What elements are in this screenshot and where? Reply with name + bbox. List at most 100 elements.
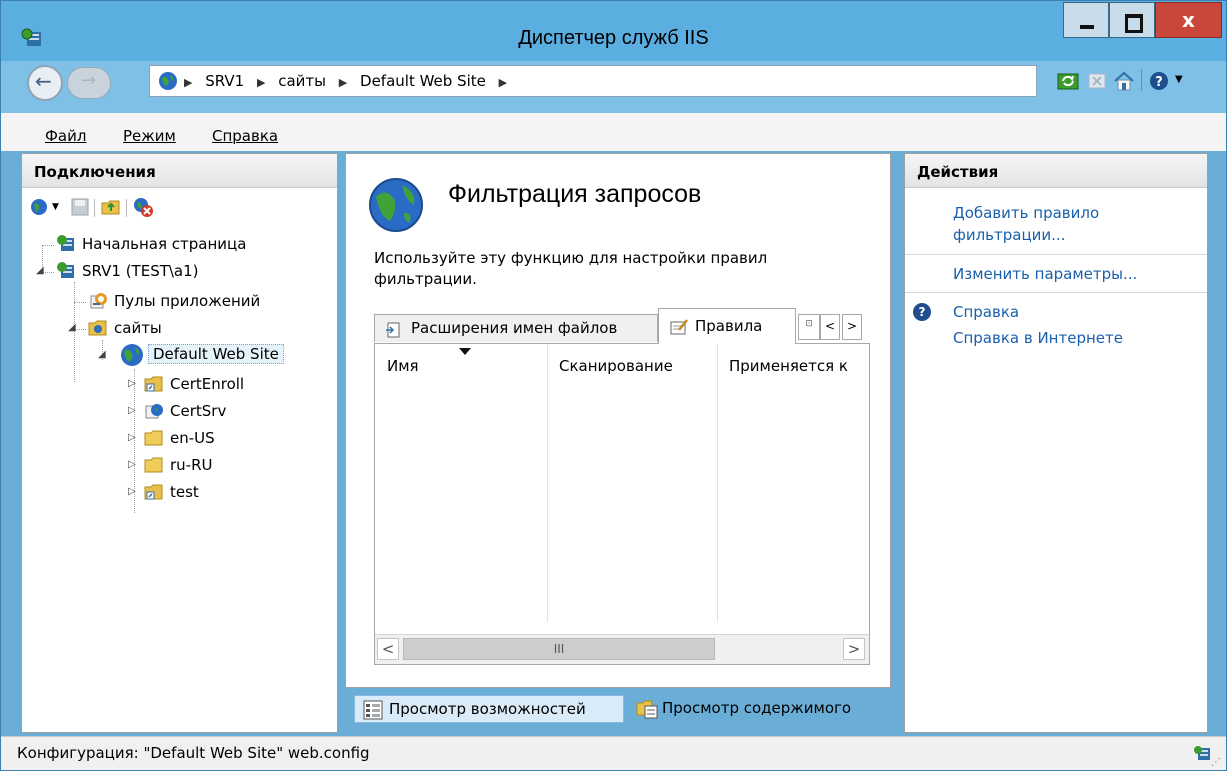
app-pools-icon (90, 293, 107, 309)
scroll-right-button[interactable]: > (843, 638, 865, 660)
status-text: Конфигурация: "Default Web Site" web.con… (17, 744, 370, 762)
tree-node-label: ru-RU (170, 456, 213, 474)
status-bar: Конфигурация: "Default Web Site" web.con… (1, 736, 1226, 770)
virtual-directory-icon (144, 484, 163, 500)
breadcrumb-default-site[interactable]: Default Web Site (360, 72, 486, 90)
help-link[interactable]: Справка (953, 301, 1019, 323)
page-title: Фильтрация запросов (448, 180, 702, 208)
close-icon: x (1182, 8, 1195, 32)
globe-icon (121, 344, 143, 366)
connect-icon[interactable] (30, 196, 50, 218)
tree-line (74, 302, 86, 303)
address-bar: ▶ SRV1 ▶ сайты ▶ Default Web Site ▶ ? ▼ (1, 61, 1226, 113)
resize-grip-icon[interactable]: ⋰ (1211, 757, 1221, 768)
tab-file-extensions[interactable]: Расширения имен файлов (374, 314, 658, 342)
stop-icon[interactable] (1087, 71, 1107, 91)
tree-node-label: en-US (170, 429, 215, 447)
tree-node-label: test (170, 483, 199, 501)
collapse-arrow-icon[interactable]: ◢ (68, 322, 76, 333)
help-dropdown-icon[interactable]: ▼ (1175, 74, 1183, 85)
tab-scroll-right-button[interactable]: > (842, 314, 862, 340)
home-icon[interactable] (1113, 71, 1135, 91)
breadcrumb-separator[interactable]: ▶ (499, 76, 507, 89)
maximize-button[interactable] (1109, 2, 1155, 38)
collapse-arrow-icon[interactable]: ◢ (36, 265, 44, 276)
disconnect-icon[interactable] (132, 196, 154, 218)
tab-overflow-icon[interactable]: ⊡ (798, 314, 820, 340)
scroll-thumb[interactable]: III (403, 638, 715, 660)
sites-folder-icon (88, 320, 107, 336)
expand-arrow-icon[interactable]: ▷ (128, 378, 136, 389)
tab-label: Расширения имен файлов (411, 319, 618, 337)
breadcrumb-separator[interactable]: ▶ (257, 76, 265, 89)
collapse-arrow-icon[interactable]: ◢ (98, 349, 106, 360)
content-view-label: Просмотр содержимого (662, 699, 852, 717)
application-icon (145, 404, 163, 419)
features-view-label: Просмотр возможностей (389, 700, 586, 718)
forward-button[interactable] (67, 67, 111, 99)
start-page-icon (57, 235, 74, 251)
expand-arrow-icon[interactable]: ▷ (128, 405, 136, 416)
menu-help[interactable]: Справка (212, 127, 278, 145)
tab-scroll-left-button[interactable]: < (820, 314, 840, 340)
help-icon[interactable]: ? (1149, 71, 1171, 91)
actions-header: Действия (905, 154, 1207, 188)
breadcrumb-sites[interactable]: сайты (278, 72, 326, 90)
address-box[interactable]: ▶ SRV1 ▶ сайты ▶ Default Web Site ▶ (149, 65, 1037, 97)
minimize-button[interactable] (1063, 2, 1109, 38)
window-title: Диспетчер служб IIS (518, 27, 709, 49)
refresh-icon[interactable] (1057, 71, 1079, 91)
actions-pane: Действия Добавить правило фильтрации... … (904, 153, 1208, 733)
edit-settings-link[interactable]: Изменить параметры... (953, 263, 1137, 285)
tree-node-label: CertSrv (170, 402, 227, 420)
actions-divider (905, 292, 1207, 293)
save-icon[interactable] (70, 196, 90, 218)
horizontal-scrollbar[interactable]: < III > (375, 634, 869, 664)
tree-node-label: CertEnroll (170, 375, 245, 393)
feature-pane: Фильтрация запросов Используйте эту функ… (345, 153, 891, 688)
breadcrumb-server[interactable]: SRV1 (205, 72, 244, 90)
features-view-button[interactable]: Просмотр возможностей (354, 695, 624, 723)
breadcrumb-separator[interactable]: ▶ (339, 76, 347, 89)
column-separator (717, 344, 718, 622)
rules-grid: Имя Сканирование Применяется к < III > (374, 343, 870, 665)
toolbar-divider (94, 199, 95, 217)
server-status-icon (1194, 746, 1210, 760)
menu-file[interactable]: Файл (45, 127, 86, 145)
features-view-icon (363, 700, 383, 720)
scroll-grip-icon: III (553, 642, 565, 656)
back-button[interactable] (27, 65, 63, 101)
column-header-applies-to[interactable]: Применяется к (717, 344, 871, 380)
menu-view[interactable]: Режим (123, 127, 176, 145)
globe-icon (369, 178, 423, 232)
tree-node-label: Default Web Site (148, 344, 284, 364)
tree-node-label: Начальная страница (82, 235, 247, 253)
tree-node-label: Пулы приложений (114, 292, 261, 310)
folder-icon (144, 430, 163, 446)
online-help-link[interactable]: Справка в Интернете (953, 327, 1123, 349)
scroll-left-button[interactable]: < (377, 638, 399, 660)
tab-label: Правила (695, 317, 763, 335)
content-view-button[interactable]: Просмотр содержимого (628, 695, 890, 723)
add-filtering-rule-link[interactable]: Добавить правило фильтрации... (953, 202, 1193, 246)
column-header-scanning[interactable]: Сканирование (547, 344, 717, 380)
menu-bar: Файл Режим Справка (1, 113, 1226, 151)
expand-arrow-icon[interactable]: ▷ (128, 486, 136, 497)
connect-dropdown-icon[interactable]: ▼ (52, 202, 59, 212)
tree-line (42, 245, 54, 246)
tab-rules[interactable]: Правила (658, 308, 796, 344)
column-header-name[interactable]: Имя (375, 344, 547, 380)
sort-arrow-icon (459, 348, 471, 355)
breadcrumb-separator[interactable]: ▶ (184, 76, 192, 89)
up-folder-icon[interactable] (100, 196, 122, 218)
virtual-directory-icon (144, 376, 163, 392)
breadcrumb: ▶ SRV1 ▶ сайты ▶ Default Web Site ▶ (184, 72, 515, 90)
svg-text:?: ? (1155, 75, 1163, 90)
content-view-icon (636, 700, 658, 719)
expand-arrow-icon[interactable]: ▷ (128, 459, 136, 470)
globe-icon (159, 72, 177, 90)
tree-node-label: сайты (114, 319, 162, 337)
grid-header: Имя Сканирование Применяется к (375, 344, 869, 380)
expand-arrow-icon[interactable]: ▷ (128, 432, 136, 443)
close-button[interactable]: x (1155, 2, 1222, 38)
